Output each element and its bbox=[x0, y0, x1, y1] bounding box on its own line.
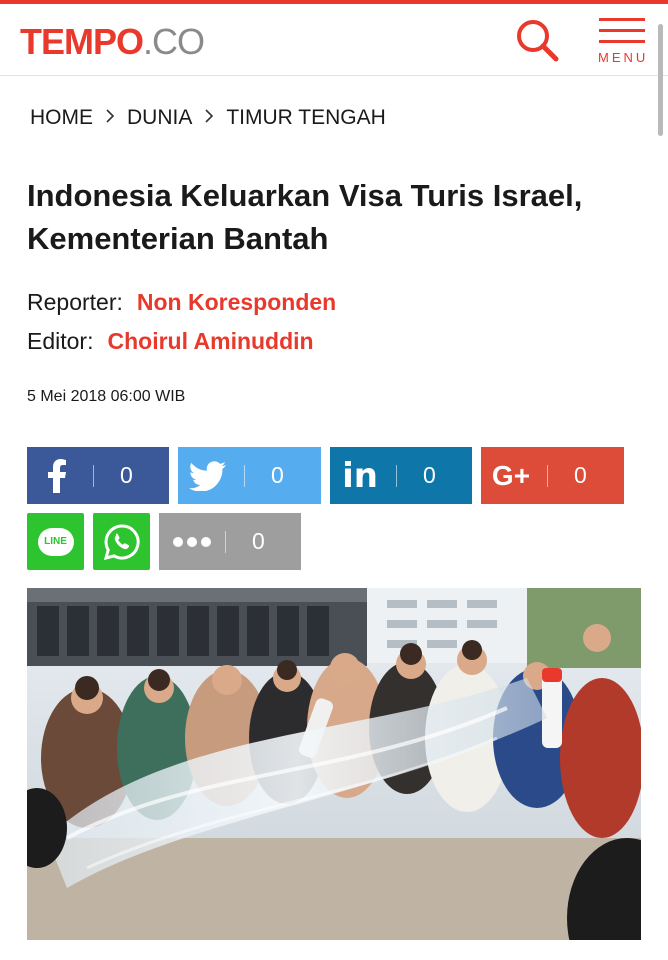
page-scrollbar[interactable] bbox=[658, 24, 663, 136]
google-plus-share-count: 0 bbox=[574, 462, 587, 488]
more-share-count: 0 bbox=[252, 528, 265, 554]
linkedin-share-button[interactable]: in 0 bbox=[330, 447, 472, 504]
editor-label: Editor: bbox=[27, 328, 94, 354]
line-icon-label: LINE bbox=[44, 536, 67, 547]
hamburger-bar-icon bbox=[599, 18, 645, 21]
tempo-logo[interactable]: TEMPO.CO bbox=[20, 21, 205, 62]
line-icon: LINE bbox=[37, 527, 74, 556]
share-divider bbox=[396, 464, 397, 487]
share-divider bbox=[547, 464, 548, 487]
logo-brand: TEMPO bbox=[20, 21, 144, 62]
publish-date: 5 Mei 2018 06:00 WIB bbox=[27, 388, 186, 405]
share-divider bbox=[244, 464, 245, 487]
share-divider bbox=[93, 464, 94, 487]
google-plus-share-button[interactable]: G+ 0 bbox=[481, 447, 624, 504]
editor-row: Editor: Choirul Aminuddin bbox=[27, 326, 314, 356]
linkedin-icon: in bbox=[342, 455, 378, 496]
twitter-bird-icon bbox=[178, 447, 238, 504]
search-icon[interactable] bbox=[512, 16, 562, 66]
share-divider bbox=[225, 530, 226, 553]
breadcrumb: HOME DUNIA TIMUR TENGAH bbox=[30, 104, 386, 132]
logo-tld: .CO bbox=[143, 21, 205, 62]
more-share-button[interactable]: 0 bbox=[159, 513, 301, 570]
article-photo bbox=[27, 588, 641, 940]
site-header: TEMPO.CO MENU bbox=[0, 4, 668, 76]
twitter-share-button[interactable]: 0 bbox=[178, 447, 321, 504]
line-share-button[interactable]: LINE bbox=[27, 513, 84, 570]
whatsapp-share-button[interactable] bbox=[93, 513, 150, 570]
breadcrumb-timur-tengah[interactable]: TIMUR TENGAH bbox=[226, 106, 385, 130]
linkedin-share-count: 0 bbox=[423, 462, 436, 488]
facebook-share-button[interactable]: 0 bbox=[27, 447, 169, 504]
twitter-share-count: 0 bbox=[271, 462, 284, 488]
hamburger-bar-icon bbox=[599, 40, 645, 43]
reporter-name-link[interactable]: Non Koresponden bbox=[137, 289, 336, 315]
facebook-icon bbox=[27, 447, 87, 504]
more-dots-icon bbox=[159, 513, 225, 570]
facebook-share-count: 0 bbox=[120, 462, 133, 488]
reporter-row: Reporter: Non Koresponden bbox=[27, 287, 336, 317]
whatsapp-icon bbox=[103, 523, 140, 560]
breadcrumb-home[interactable]: HOME bbox=[30, 106, 93, 130]
hamburger-bar-icon bbox=[599, 29, 645, 32]
chevron-right-icon bbox=[93, 106, 127, 130]
breadcrumb-dunia[interactable]: DUNIA bbox=[127, 106, 192, 130]
chevron-right-icon bbox=[192, 106, 226, 130]
reporter-label: Reporter: bbox=[27, 289, 123, 315]
google-plus-icon: G+ bbox=[491, 459, 531, 491]
editor-name-link[interactable]: Choirul Aminuddin bbox=[107, 328, 313, 354]
article-title: Indonesia Keluarkan Visa Turis Israel, K… bbox=[27, 178, 583, 256]
menu-label: MENU bbox=[598, 50, 649, 65]
menu-button[interactable]: MENU bbox=[596, 16, 650, 68]
